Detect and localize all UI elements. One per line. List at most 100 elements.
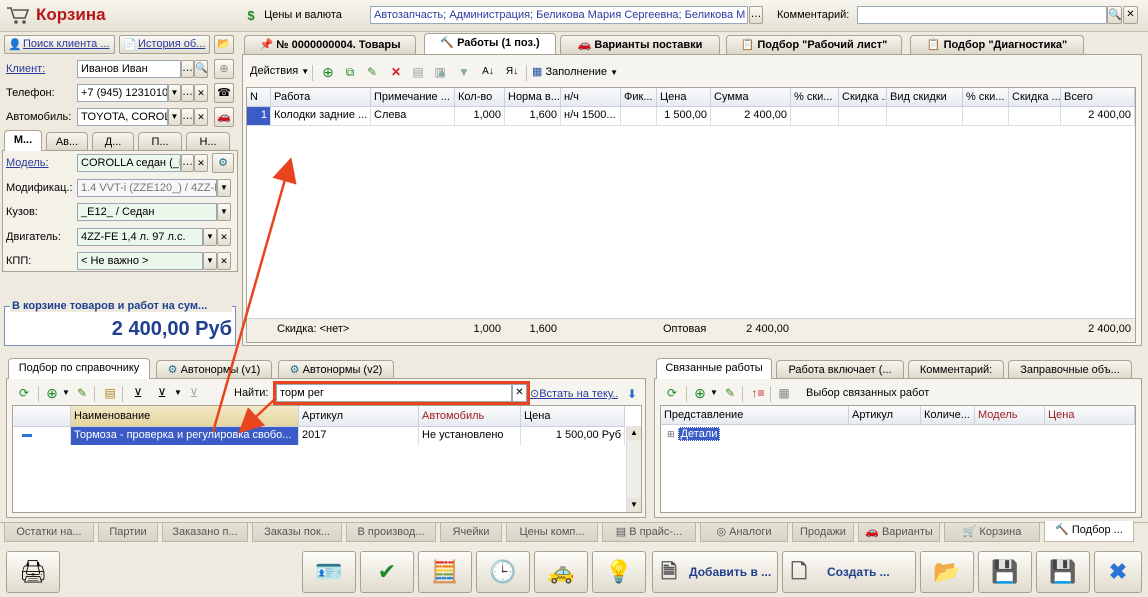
filter-icon[interactable]: ⊻ [130, 385, 146, 401]
client-add-button[interactable]: ⊕ [214, 59, 234, 79]
catalog-col-header[interactable]: Артикул [299, 406, 419, 427]
copy-add-icon[interactable]: ⧉ [342, 64, 358, 80]
edit-icon[interactable]: ✎ [722, 385, 738, 401]
table-row[interactable]: 1 Колодки задние ... Слева 1,000 1,600 н/ч 15… [247, 107, 1135, 126]
post-icon[interactable]: ▤ [410, 64, 426, 80]
model-field[interactable]: COROLLA седан (_E [77, 154, 181, 172]
list-order-icon[interactable]: ↑≡ [750, 385, 766, 401]
prices-link[interactable]: $ Цены и валюта [243, 8, 341, 24]
modification-field[interactable]: 1.4 VVT-i (ZZE120_) / 4ZZ-F [77, 179, 217, 197]
print-button[interactable]: 🖨 [6, 551, 60, 593]
works-col-header[interactable]: Скидка ... [1009, 88, 1061, 107]
phone-clear-button[interactable]: ✕ [194, 84, 208, 102]
works-col-header[interactable]: Фик... [621, 88, 657, 107]
open-folder-button[interactable]: 📂 [920, 551, 974, 593]
model-label[interactable]: Модель: [6, 157, 49, 169]
bottom-tab[interactable]: ◎ Аналоги [700, 523, 788, 542]
works-col-header[interactable]: % ски... [963, 88, 1009, 107]
insert-current-link[interactable]: ⊙Встать на теку... [530, 387, 618, 400]
bottom-tab[interactable]: Остатки на... [4, 523, 94, 542]
delete-icon[interactable]: ✕ [388, 64, 404, 80]
kpp-clear-button[interactable]: ✕ [217, 252, 231, 270]
schedule-button[interactable]: 🕒 [476, 551, 530, 593]
modification-dropdown-button[interactable]: ▼ [217, 179, 231, 197]
bottom-tab[interactable]: Продажи [792, 523, 854, 542]
hierarchy-icon[interactable]: ▤ [102, 385, 118, 401]
tab-autonorms-v1[interactable]: ⚙ Автонормы (v1) [156, 360, 272, 379]
select-related-label[interactable]: Выбор связанных работ [806, 387, 929, 399]
related-col-header[interactable]: Представление [661, 406, 849, 425]
add-to-button[interactable]: 🗎 Добавить в ... [652, 551, 778, 593]
bottom-tab[interactable]: 🔨 Подбор ... [1044, 521, 1134, 542]
client-label[interactable]: Клиент: [6, 63, 45, 75]
card-button[interactable]: 🪪 [302, 551, 356, 593]
car-card-button[interactable]: 🚗 [214, 107, 234, 127]
edit-icon[interactable]: ✎ [74, 385, 90, 401]
organization-field[interactable]: Автозапчасть; Администрация; Беликова Ма… [370, 6, 748, 24]
works-col-header[interactable]: Работа [271, 88, 371, 107]
works-col-header[interactable]: Вид скидки [887, 88, 963, 107]
works-col-header[interactable]: Кол-во [455, 88, 505, 107]
catalog-col-header[interactable]: Автомобиль [419, 406, 521, 427]
works-col-header[interactable]: Примечание ... [371, 88, 455, 107]
related-col-header[interactable]: Модель [975, 406, 1045, 425]
client-search-button[interactable]: 👤 Поиск клиента ... [4, 35, 115, 54]
folder-up-button[interactable]: 📂 [214, 35, 234, 54]
model-clear-button[interactable]: ✕ [194, 154, 208, 172]
phone-field[interactable]: +7 (945) 1231010 [77, 84, 168, 102]
works-col-header[interactable]: Скидка ... [839, 88, 887, 107]
move-up-icon[interactable]: ▲ [434, 64, 450, 80]
kpp-field[interactable]: < Не важно > [77, 252, 203, 270]
car-service-button[interactable]: 🚕 [534, 551, 588, 593]
comment-clear-button[interactable]: ✕ [1123, 6, 1138, 24]
client-search-icon-button[interactable]: 🔍 [194, 60, 208, 78]
works-col-header[interactable]: Цена [657, 88, 711, 107]
filter-clear-icon[interactable]: ⊻ [186, 385, 202, 401]
related-col-header[interactable]: Количе... [921, 406, 975, 425]
add-menu-arrow-icon[interactable]: ▼ [58, 385, 74, 401]
kpp-dropdown-button[interactable]: ▼ [203, 252, 217, 270]
car-dropdown-button[interactable]: ▼ [168, 108, 181, 126]
car-tab-2[interactable]: Ав... [46, 132, 88, 151]
car-tab-5[interactable]: Н... [186, 132, 230, 151]
model-settings-button[interactable]: ⚙ [212, 153, 234, 173]
comment-search-button[interactable]: 🔍 [1107, 6, 1122, 24]
catalog-scrollbar[interactable]: ▲ ▼ [626, 426, 641, 512]
tab-supply-variants[interactable]: 🚗 Варианты поставки [560, 35, 720, 54]
tab-work-includes[interactable]: Работа включает (... [776, 360, 904, 379]
car-tab-3[interactable]: Д... [92, 132, 134, 151]
engine-field[interactable]: 4ZZ-FE 1,4 л. 97 л.с. [77, 228, 203, 246]
tab-autonorms-v2[interactable]: ⚙ Автонормы (v2) [278, 360, 394, 379]
bottom-tab[interactable]: 🚗 Варианты [858, 523, 940, 542]
engine-clear-button[interactable]: ✕ [217, 228, 231, 246]
catalog-col-header[interactable]: Цена [521, 406, 625, 427]
refresh-icon[interactable]: ⟳ [664, 385, 680, 401]
engine-dropdown-button[interactable]: ▼ [203, 228, 217, 246]
save-close-button[interactable]: 💾 [978, 551, 1032, 593]
fill-menu[interactable]: ▦ Заполнение ▼ [532, 65, 618, 78]
works-col-header[interactable]: Сумма [711, 88, 791, 107]
works-col-header[interactable]: % ски... [791, 88, 839, 107]
search-clear-button[interactable]: ✕ [512, 384, 527, 402]
bottom-tab[interactable]: Заказы пок... [252, 523, 342, 542]
bottom-tab[interactable]: Заказано п... [162, 523, 248, 542]
comment-field[interactable] [857, 6, 1107, 24]
edit-icon[interactable]: ✎ [364, 64, 380, 80]
add-icon[interactable]: ⊕ [320, 64, 336, 80]
tab-works[interactable]: 🔨 Работы (1 поз.) [424, 33, 556, 54]
tab-catalog-pick[interactable]: Подбор по справочнику [8, 358, 150, 379]
table-row[interactable]: Тормоза - проверка и регулировка свобо..… [13, 427, 625, 446]
filter-menu-arrow-icon[interactable]: ▼ [170, 385, 186, 401]
close-button[interactable]: ✖ [1094, 551, 1142, 593]
phone-call-button[interactable]: ☎ [214, 83, 234, 103]
bottom-tab[interactable]: ▤ В прайс-... [602, 523, 696, 542]
actions-menu[interactable]: Действия ▼ [250, 65, 309, 77]
tab-worksheet[interactable]: 📋 Подбор "Рабочий лист" [726, 35, 902, 54]
check-cart-button[interactable]: ✔ [360, 551, 414, 593]
tab-related-works[interactable]: Связанные работы [656, 358, 772, 379]
bottom-tab[interactable]: В производ... [346, 523, 436, 542]
history-button[interactable]: 📄 История об... [119, 35, 210, 54]
body-field[interactable]: _E12_ / Седан [77, 203, 217, 221]
tab-comment[interactable]: Комментарий: [908, 360, 1004, 379]
tab-fluids[interactable]: Заправочные объ... [1008, 360, 1132, 379]
